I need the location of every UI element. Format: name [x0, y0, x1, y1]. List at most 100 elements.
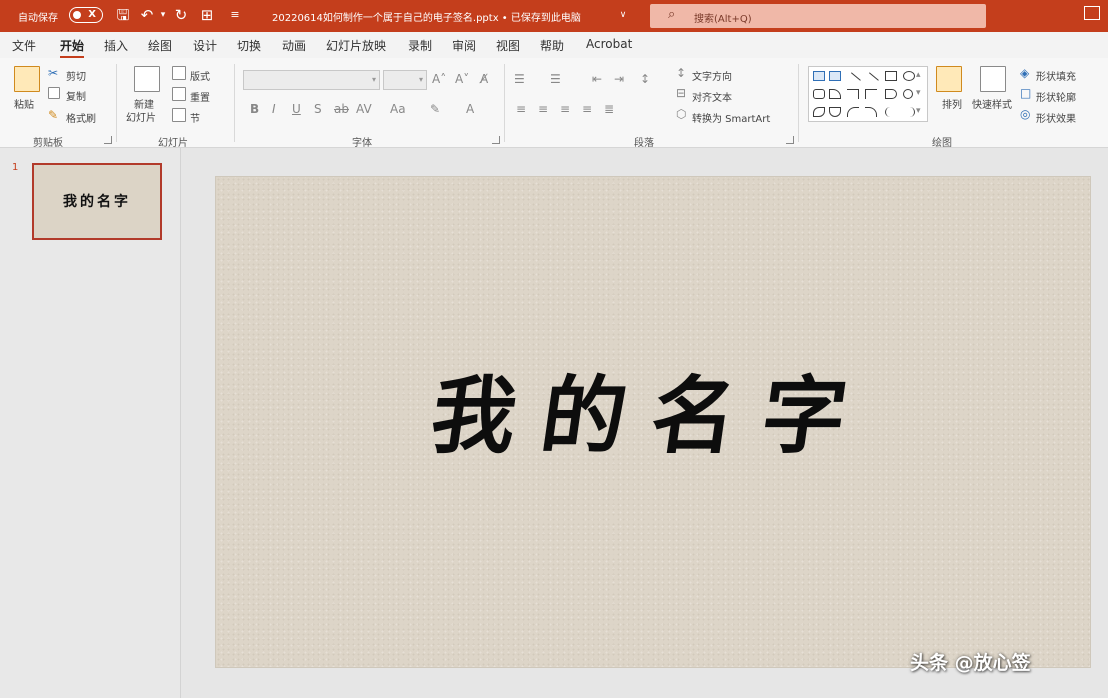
tab-design[interactable]: 设计: [193, 37, 217, 54]
shape-fill-label[interactable]: 形状填充: [1036, 68, 1076, 83]
gallery-more-icon[interactable]: ▾: [916, 104, 921, 118]
triangle-shape[interactable]: [829, 89, 841, 99]
strikethrough-icon[interactable]: ab: [334, 102, 349, 116]
increase-indent-icon[interactable]: ⇥: [614, 72, 624, 86]
arc-shape[interactable]: [847, 107, 859, 117]
textbox-shape[interactable]: [813, 71, 825, 81]
paste-label[interactable]: 粘贴: [14, 96, 34, 111]
reset-icon[interactable]: [172, 87, 186, 101]
ribbon-display-options-icon[interactable]: [1084, 6, 1100, 20]
copy-icon[interactable]: [48, 87, 60, 99]
redo-icon[interactable]: ↻: [172, 6, 190, 24]
elbow-connector-shape[interactable]: [865, 89, 877, 99]
oval-shape[interactable]: [903, 71, 915, 81]
search-box[interactable]: ⌕ 搜索(Alt+Q): [650, 4, 986, 28]
shape-effects-icon[interactable]: ◎: [1020, 107, 1030, 121]
arrange-label[interactable]: 排列: [942, 96, 962, 111]
underline-button[interactable]: U: [292, 102, 301, 116]
align-text-label[interactable]: 对齐文本: [692, 89, 732, 104]
paste-icon[interactable]: [14, 66, 40, 92]
freeform-shape[interactable]: [813, 107, 825, 117]
text-direction-icon[interactable]: ↕: [676, 66, 686, 80]
down-arrow-shape[interactable]: [903, 89, 913, 99]
smartart-label[interactable]: 转换为 SmartArt: [692, 110, 770, 125]
italic-button[interactable]: I: [272, 102, 276, 116]
line-spacing-icon[interactable]: ↕: [640, 72, 650, 86]
tab-slideshow[interactable]: 幻灯片放映: [326, 37, 386, 54]
cut-label[interactable]: 剪切: [66, 68, 86, 83]
format-painter-icon[interactable]: ✎: [48, 108, 58, 122]
autosave-toggle[interactable]: X: [69, 7, 103, 23]
justify-icon[interactable]: ≡: [582, 102, 592, 116]
shape-fill-icon[interactable]: ◈: [1020, 66, 1029, 80]
font-name-box[interactable]: ▾: [243, 70, 380, 90]
right-arrow-shape[interactable]: [885, 89, 897, 99]
gallery-down-icon[interactable]: ▾: [916, 86, 921, 100]
align-left-icon[interactable]: ≡: [516, 102, 526, 116]
font-color-icon[interactable]: A: [466, 102, 474, 116]
tab-home[interactable]: 开始: [60, 37, 85, 59]
change-case-icon[interactable]: Aa: [390, 102, 406, 116]
arrange-icon[interactable]: [936, 66, 962, 92]
columns-icon[interactable]: ≣: [604, 102, 614, 116]
shadow-button[interactable]: S: [314, 102, 322, 116]
reset-label[interactable]: 重置: [190, 89, 210, 104]
arrow-shape[interactable]: [863, 72, 879, 88]
line-shape[interactable]: [845, 72, 861, 88]
left-brace-shape[interactable]: [885, 107, 897, 117]
cut-icon[interactable]: ✂: [48, 66, 58, 80]
tab-acrobat[interactable]: Acrobat: [586, 37, 632, 51]
title-dropdown-icon[interactable]: ∨: [614, 6, 632, 24]
bold-button[interactable]: B: [250, 102, 259, 116]
tab-insert[interactable]: 插入: [104, 37, 128, 54]
right-brace-shape[interactable]: [903, 107, 915, 117]
document-title[interactable]: 20220614如何制作一个属于自己的电子签名.pptx • 已保存到此电脑: [272, 9, 581, 24]
rectangle-shape[interactable]: [885, 71, 897, 81]
tab-view[interactable]: 视图: [496, 37, 520, 54]
tab-record[interactable]: 录制: [408, 37, 432, 54]
shapes-gallery[interactable]: [808, 66, 928, 122]
tab-draw[interactable]: 绘图: [148, 37, 172, 54]
align-text-icon[interactable]: ⊟: [676, 86, 686, 100]
layout-icon[interactable]: [172, 66, 186, 80]
shape-effects-label[interactable]: 形状效果: [1036, 110, 1076, 125]
tab-animations[interactable]: 动画: [282, 37, 306, 54]
rounded-rectangle-shape[interactable]: [813, 89, 825, 99]
quick-styles-label[interactable]: 快速样式: [972, 96, 1012, 111]
new-slide-icon[interactable]: [134, 66, 160, 92]
start-slideshow-icon[interactable]: ⊞: [198, 6, 216, 24]
pentagon-shape[interactable]: [829, 107, 841, 117]
font-launcher-icon[interactable]: [492, 136, 500, 144]
new-slide-label-2[interactable]: 幻灯片: [126, 109, 156, 124]
decrease-font-icon[interactable]: A˅: [455, 72, 469, 86]
format-painter-label[interactable]: 格式刷: [66, 110, 96, 125]
highlight-icon[interactable]: ✎: [430, 102, 440, 116]
save-icon[interactable]: 🖫: [114, 6, 132, 24]
vertical-textbox-shape[interactable]: [829, 71, 841, 81]
numbering-icon[interactable]: ☰: [550, 72, 561, 86]
tab-review[interactable]: 审阅: [452, 37, 476, 54]
copy-label[interactable]: 复制: [66, 88, 86, 103]
tab-transitions[interactable]: 切换: [237, 37, 261, 54]
section-icon[interactable]: [172, 108, 186, 122]
smartart-icon[interactable]: ⬡: [676, 107, 686, 121]
slide[interactable]: 我的名字: [215, 176, 1091, 668]
increase-font-icon[interactable]: A˄: [432, 72, 446, 86]
text-direction-label[interactable]: 文字方向: [692, 68, 732, 83]
align-center-icon[interactable]: ≡: [538, 102, 548, 116]
quick-styles-icon[interactable]: [980, 66, 1006, 92]
clear-formatting-icon[interactable]: A̸: [480, 72, 488, 86]
slide-title-text[interactable]: 我的名字: [207, 349, 1098, 470]
font-size-box[interactable]: ▾: [383, 70, 427, 90]
decrease-indent-icon[interactable]: ⇤: [592, 72, 602, 86]
slide-thumbnail[interactable]: 我的名字: [32, 163, 162, 240]
shape-outline-icon[interactable]: □: [1020, 86, 1031, 100]
connector-shape[interactable]: [847, 89, 859, 99]
character-spacing-icon[interactable]: AV: [356, 102, 372, 116]
gallery-up-icon[interactable]: ▴: [916, 68, 921, 82]
section-label[interactable]: 节: [190, 110, 200, 125]
clipboard-launcher-icon[interactable]: [104, 136, 112, 144]
curve-shape[interactable]: [865, 107, 877, 117]
layout-label[interactable]: 版式: [190, 68, 210, 83]
shape-outline-label[interactable]: 形状轮廓: [1036, 89, 1076, 104]
